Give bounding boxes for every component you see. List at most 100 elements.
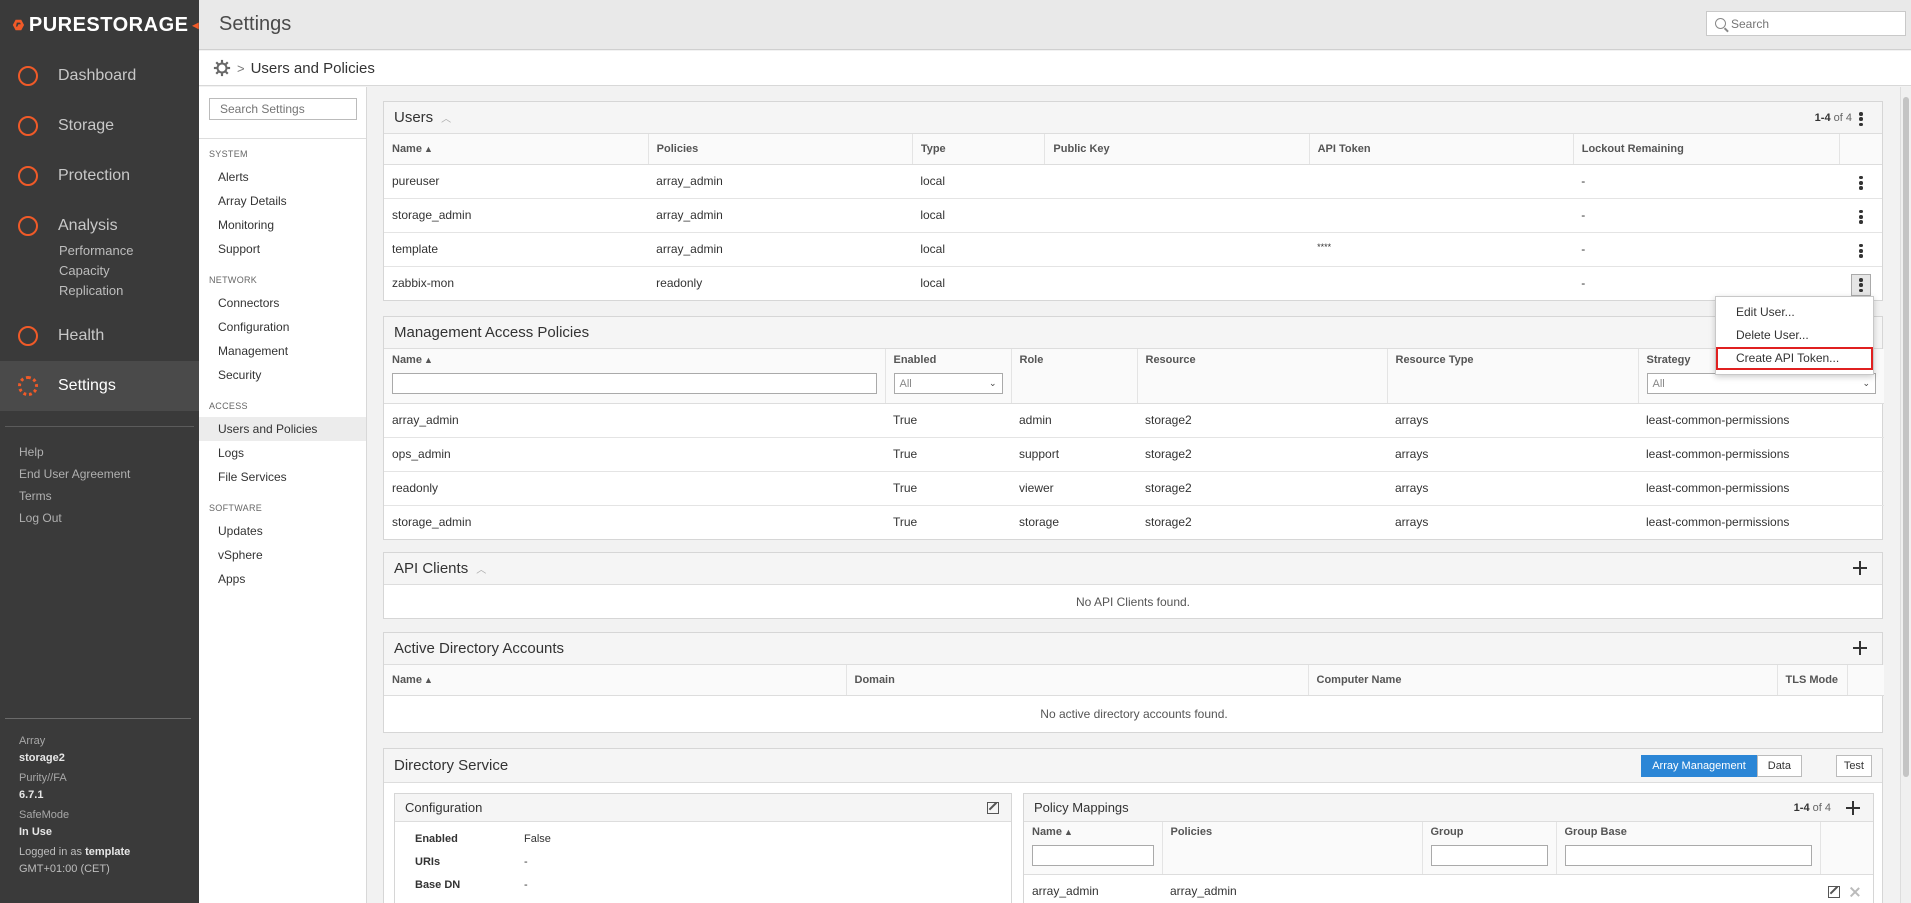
users-header: Users ︿ 1-4 of 4 (384, 102, 1882, 134)
nav-replication[interactable]: Replication (59, 281, 199, 301)
nav-settings[interactable]: Settings (0, 361, 199, 411)
api-clients-header: API Clients ︿ (384, 553, 1882, 585)
eula-link[interactable]: End User Agreement (19, 463, 199, 485)
create-api-token-menu-item[interactable]: Create API Token... (1716, 347, 1873, 370)
sidebar-item-management[interactable]: Management (199, 339, 366, 363)
group-base-filter-input[interactable] (1564, 845, 1812, 866)
table-row[interactable]: array_admin True admin storage2 arrays l… (384, 403, 1884, 438)
collapse-icon[interactable]: ︿ (441, 110, 451, 125)
col-name-label[interactable]: Name (392, 354, 422, 366)
edit-user-menu-item[interactable]: Edit User... (1716, 301, 1873, 324)
col-lockout-remaining[interactable]: Lockout Remaining (1573, 134, 1841, 165)
section-network: NETWORK (209, 275, 258, 285)
settings-search-input[interactable] (209, 98, 357, 120)
table-row[interactable]: template array_admin local **** - (384, 232, 1882, 267)
add-api-client-icon[interactable] (1852, 560, 1868, 576)
users-count: 1-4 of 4 (1815, 112, 1852, 124)
nav-capacity[interactable]: Capacity (59, 261, 199, 281)
row-menu-icon[interactable] (1851, 240, 1871, 262)
sidebar-item-alerts[interactable]: Alerts (199, 165, 366, 189)
table-row[interactable]: readonly True viewer storage2 arrays lea… (384, 471, 1884, 506)
tab-data[interactable]: Data (1756, 755, 1802, 777)
delete-icon[interactable] (1850, 887, 1860, 897)
sidebar-item-file-services[interactable]: File Services (199, 465, 366, 489)
row-actions (1840, 266, 1882, 300)
pure-logo-icon (12, 19, 25, 31)
terms-link[interactable]: Terms (19, 485, 199, 507)
sidebar-item-security[interactable]: Security (199, 363, 366, 387)
sidebar-item-logs[interactable]: Logs (199, 441, 366, 465)
cell-strategy: least-common-permissions (1638, 471, 1884, 506)
global-search[interactable] (1706, 11, 1906, 36)
add-mapping-icon[interactable] (1845, 800, 1861, 816)
policy-mappings-header: Policy Mappings 1-4 of 4 (1024, 794, 1873, 822)
delete-user-menu-item[interactable]: Delete User... (1716, 324, 1873, 347)
sidebar-item-vsphere[interactable]: vSphere (199, 543, 366, 567)
sidebar-item-updates[interactable]: Updates (199, 519, 366, 543)
sidebar-item-users-and-policies[interactable]: Users and Policies (199, 417, 366, 441)
name-filter-input[interactable] (392, 373, 877, 394)
nav-protection[interactable]: Protection (0, 151, 199, 201)
table-row[interactable]: array_admin array_admin (1024, 874, 1873, 903)
brand-logo[interactable]: PURESTORAGE ◂ (0, 0, 199, 50)
strategy-filter-select[interactable]: All ⌄ (1646, 373, 1876, 394)
nav-health[interactable]: Health (0, 311, 199, 361)
col-tls-mode[interactable]: TLS Mode (1777, 665, 1848, 696)
edit-icon[interactable] (987, 802, 999, 814)
cell-type: local (912, 198, 1045, 233)
col-name[interactable]: Name ▲ (384, 665, 847, 696)
array-info: Array storage2 Purity//FA 6.7.1 SafeMode… (0, 718, 199, 878)
gear-icon[interactable] (213, 59, 231, 77)
table-row[interactable]: zabbix-mon readonly local - (384, 266, 1882, 300)
nav-performance[interactable]: Performance (59, 241, 199, 261)
table-row[interactable]: storage_admin array_admin local - (384, 198, 1882, 233)
nav-storage[interactable]: Storage (0, 101, 199, 151)
sidebar-item-configuration[interactable]: Configuration (199, 315, 366, 339)
nav-dashboard[interactable]: Dashboard (0, 51, 199, 101)
col-domain[interactable]: Domain (846, 665, 1309, 696)
sidebar-item-array-details[interactable]: Array Details (199, 189, 366, 213)
group-filter-input[interactable] (1430, 845, 1548, 866)
table-row[interactable]: ops_admin True support storage2 arrays l… (384, 437, 1884, 472)
col-computer-name[interactable]: Computer Name (1308, 665, 1778, 696)
sidebar-item-connectors[interactable]: Connectors (199, 291, 366, 315)
col-role[interactable]: Role (1011, 349, 1138, 404)
col-public-key[interactable]: Public Key (1044, 134, 1310, 165)
row-actions (1820, 874, 1873, 903)
policies-table: Name ▲ Enabled All ⌄ Role Resource Resourc… (384, 349, 1884, 539)
table-header-row: Name ▲ Policies Group Group Base (1024, 822, 1873, 875)
cell-enabled: True (885, 403, 1011, 438)
col-strategy-label[interactable]: Strategy (1647, 354, 1691, 366)
edit-icon[interactable] (1828, 885, 1840, 898)
mapping-name-filter-input[interactable] (1032, 845, 1154, 866)
logout-link[interactable]: Log Out (19, 507, 199, 529)
col-resource-type[interactable]: Resource Type (1387, 349, 1639, 404)
tab-array-management[interactable]: Array Management (1641, 755, 1757, 777)
scrollbar-thumb[interactable] (1903, 97, 1909, 777)
sidebar-item-monitoring[interactable]: Monitoring (199, 213, 366, 237)
row-menu-icon[interactable] (1851, 172, 1871, 194)
global-search-input[interactable] (1731, 12, 1901, 35)
col-enabled-label[interactable]: Enabled (894, 354, 937, 366)
safemode-label: SafeMode (19, 809, 70, 821)
sidebar-item-apps[interactable]: Apps (199, 567, 366, 591)
col-policies[interactable]: Policies (648, 134, 913, 165)
table-row[interactable]: storage_admin True storage storage2 arra… (384, 505, 1884, 539)
scrollbar[interactable] (1900, 87, 1911, 903)
col-name[interactable]: Name ▲ (384, 134, 649, 165)
row-menu-icon[interactable] (1851, 206, 1871, 228)
col-type[interactable]: Type (912, 134, 1046, 165)
add-ad-account-icon[interactable] (1852, 640, 1868, 656)
col-policies[interactable]: Policies (1162, 822, 1423, 875)
help-link[interactable]: Help (19, 441, 199, 463)
row-menu-icon[interactable] (1850, 274, 1871, 296)
enabled-filter-select[interactable]: All ⌄ (893, 373, 1003, 394)
sidebar-item-support[interactable]: Support (199, 237, 366, 261)
collapse-icon[interactable]: ︿ (476, 561, 486, 576)
col-api-token[interactable]: API Token (1309, 134, 1574, 165)
users-menu-icon[interactable] (1854, 111, 1868, 127)
col-resource[interactable]: Resource (1137, 349, 1388, 404)
timezone: GMT+01:00 (CET) (19, 863, 110, 875)
test-button[interactable]: Test (1835, 755, 1872, 777)
table-row[interactable]: pureuser array_admin local - (384, 164, 1882, 199)
